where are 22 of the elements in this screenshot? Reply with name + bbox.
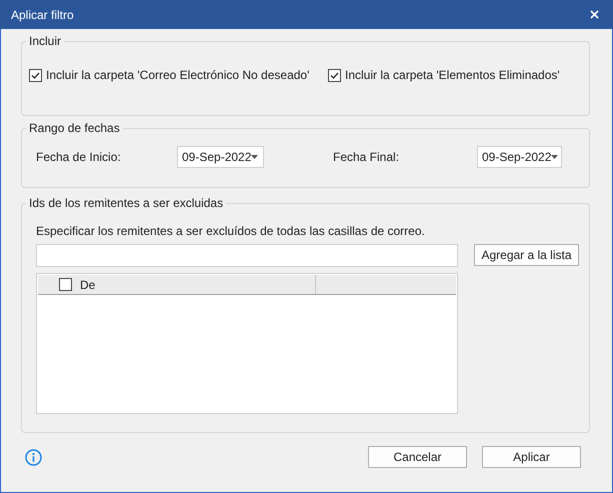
dropdown-arrow-icon [251, 155, 258, 159]
dialog-button[interactable]: Aplicar [482, 446, 581, 468]
date-picker[interactable]: 09-Sep-2022 [477, 146, 562, 168]
sender-input-field[interactable] [36, 244, 458, 267]
date-picker[interactable]: 09-Sep-2022 [177, 146, 264, 168]
group-title: Ids de los remitentes a ser excluidas [28, 196, 224, 210]
group-title: Incluir [28, 34, 62, 48]
window-title: Aplicar filtro [11, 8, 74, 22]
group-title: Rango de fechas [28, 121, 121, 135]
checkbox-label: Incluir la carpeta 'Elementos Eliminados' [345, 68, 560, 82]
checkbox-label: Incluir la carpeta 'Correo Electrónico No deseado' [46, 68, 310, 82]
dialog-button[interactable]: Cancelar [368, 446, 467, 468]
date-label: Fecha de Inicio: [36, 150, 122, 164]
instruction-text: Especificar los remitentes a ser excluídos de todas las casillas de correo. [35, 223, 426, 238]
checkbox[interactable] [328, 68, 341, 82]
info-icon[interactable] [25, 448, 42, 466]
close-icon[interactable] [590, 10, 599, 19]
add-to-list-button[interactable]: Agregar a la lista [474, 244, 579, 266]
checkbox[interactable] [59, 278, 72, 291]
date-label: Fecha Final: [333, 150, 400, 164]
checkbox[interactable] [29, 68, 42, 82]
dropdown-arrow-icon [551, 155, 558, 159]
